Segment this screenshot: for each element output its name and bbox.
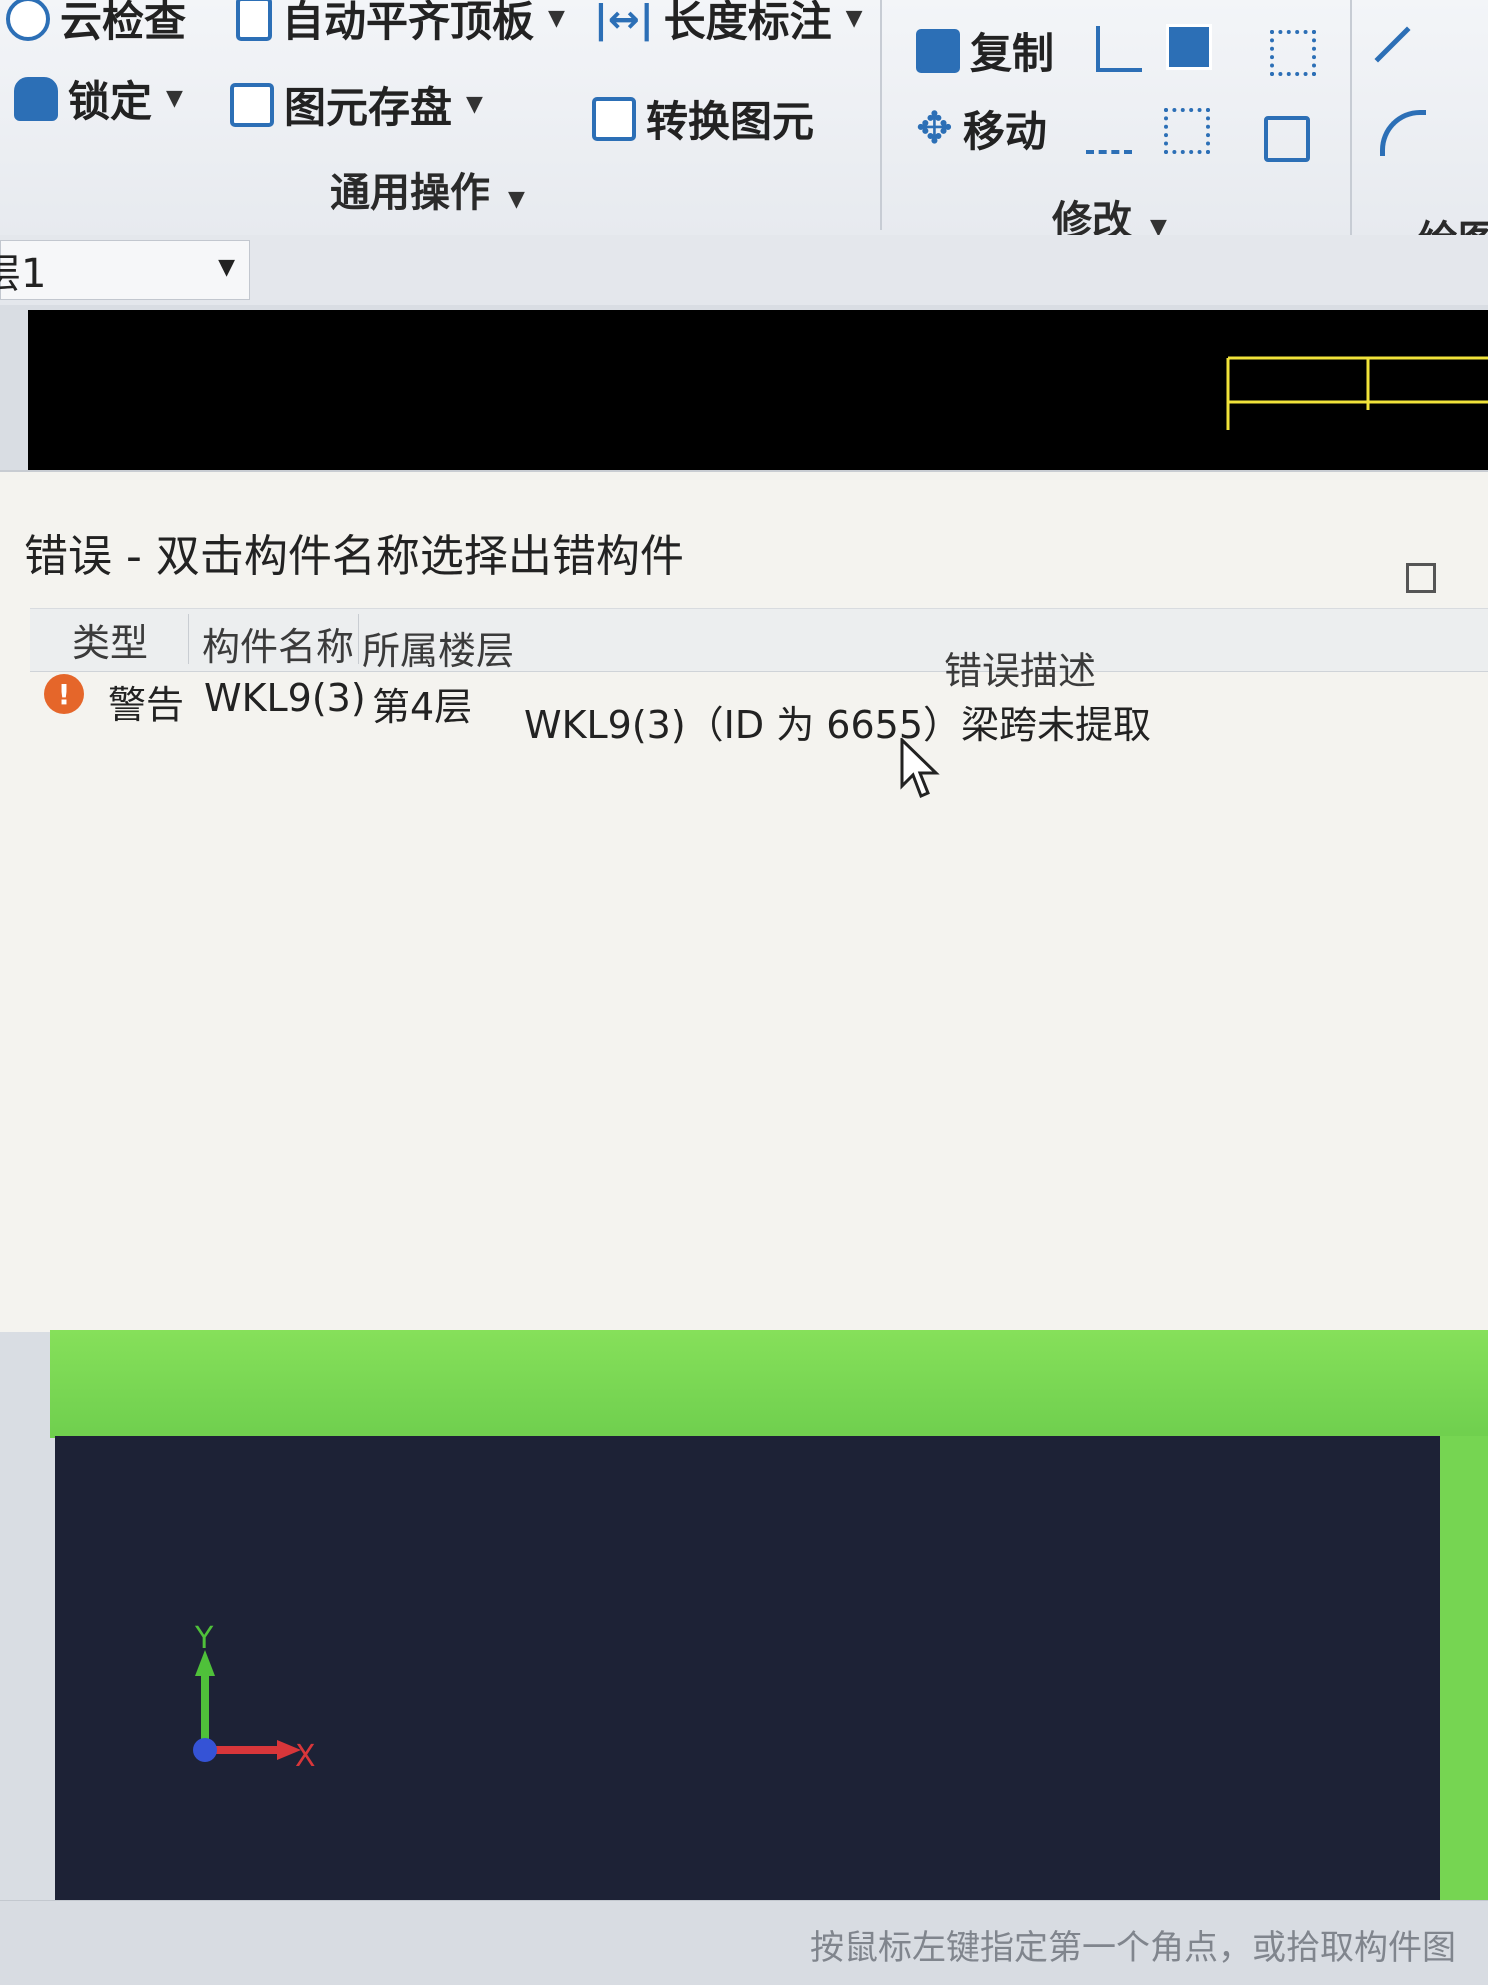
column-header-floor[interactable]: 所属楼层 (362, 620, 514, 675)
chevron-down-icon[interactable]: ▼ (166, 86, 183, 111)
cloud-check-label: 云检查 (60, 0, 187, 46)
chevron-down-icon[interactable]: ▼ (846, 6, 863, 31)
green-region-right (1440, 1436, 1488, 1906)
edit-icon[interactable] (1264, 116, 1310, 162)
extend-icon[interactable] (1086, 108, 1132, 154)
convert-element-button[interactable]: 转换图元 (592, 88, 814, 149)
drawing-canvas-top[interactable] (28, 310, 1488, 475)
row-component-name[interactable]: WKL9(3) (204, 676, 366, 720)
chevron-down-icon: ▼ (507, 187, 525, 212)
status-hint: 按鼠标左键指定第一个角点，或拾取构件图 (810, 1928, 1456, 1968)
ribbon-toolbar: 云检查 自动平齐顶板 ▼ |↔| 长度标注 ▼ 锁定 ▼ 图元存盘 ▼ 转换图元… (0, 0, 1488, 264)
column-divider[interactable] (358, 614, 359, 664)
convert-element-icon (592, 96, 636, 141)
copy-button[interactable]: 复制 (916, 20, 1054, 81)
group-divider (1350, 0, 1352, 235)
x-axis-label: X (295, 1739, 316, 1774)
save-element-label: 图元存盘 (284, 83, 453, 132)
array-icon[interactable] (1270, 30, 1316, 76)
maximize-button[interactable] (1406, 563, 1436, 593)
align-top-icon (236, 0, 272, 41)
move-icon: ✥ (916, 103, 953, 154)
row-floor: 第4层 (372, 685, 473, 729)
axis-indicator: Y X (193, 1621, 316, 1774)
chevron-down-icon[interactable]: ▼ (548, 6, 565, 31)
chevron-down-icon[interactable]: ▼ (466, 92, 483, 117)
copy-label: 复制 (970, 29, 1055, 78)
copy-icon (916, 28, 960, 73)
dimension-icon: |↔| (594, 0, 654, 41)
mouse-cursor-icon (900, 738, 940, 798)
group-divider (880, 0, 882, 230)
lock-button[interactable]: 锁定 ▼ (14, 68, 183, 129)
cloud-check-icon (6, 0, 50, 41)
save-element-icon (230, 82, 274, 127)
row-type: 警告 (108, 683, 185, 727)
drawing-lines (1226, 356, 1488, 430)
save-element-button[interactable]: 图元存盘 ▼ (230, 74, 483, 135)
line-icon[interactable] (1374, 26, 1440, 92)
green-region (50, 1330, 1488, 1438)
floor-dropdown[interactable]: 层1 ▼ (0, 240, 250, 300)
offset-icon[interactable] (1164, 108, 1210, 154)
y-axis-label: Y (194, 1621, 214, 1656)
floor-dropdown-value: 层1 (0, 251, 47, 297)
group-general-text: 通用操作 (330, 170, 490, 216)
dimension-button[interactable]: |↔| 长度标注 ▼ (594, 0, 863, 49)
lock-icon (14, 76, 58, 121)
column-divider[interactable] (188, 614, 189, 664)
error-panel (0, 470, 1488, 1332)
move-button[interactable]: ✥ 移动 (916, 98, 1047, 159)
lock-label: 锁定 (68, 77, 153, 126)
error-panel-title: 错误 - 双击构件名称选择出错构件 (24, 531, 684, 582)
column-header-type[interactable]: 类型 (72, 612, 148, 667)
move-label: 移动 (962, 107, 1047, 156)
auto-align-label: 自动平齐顶板 (282, 0, 535, 46)
align-icon[interactable] (1166, 24, 1212, 70)
dimension-label: 长度标注 (663, 0, 832, 46)
group-label-general[interactable]: 通用操作 ▼ (330, 160, 525, 218)
row-description: WKL9(3)（ID 为 6655）梁跨未提取 (524, 703, 1152, 747)
auto-align-button[interactable]: 自动平齐顶板 ▼ (236, 0, 565, 49)
mirror-icon[interactable] (1096, 26, 1142, 72)
convert-element-label: 转换图元 (646, 97, 815, 146)
arc-icon[interactable] (1380, 110, 1426, 156)
warning-icon: ! (44, 674, 84, 714)
drawing-canvas-bottom[interactable]: Y X (55, 1436, 1443, 1906)
cloud-check-button[interactable]: 云检查 (6, 0, 186, 49)
chevron-down-icon: ▼ (218, 255, 235, 280)
column-header-name[interactable]: 构件名称 (202, 616, 354, 671)
